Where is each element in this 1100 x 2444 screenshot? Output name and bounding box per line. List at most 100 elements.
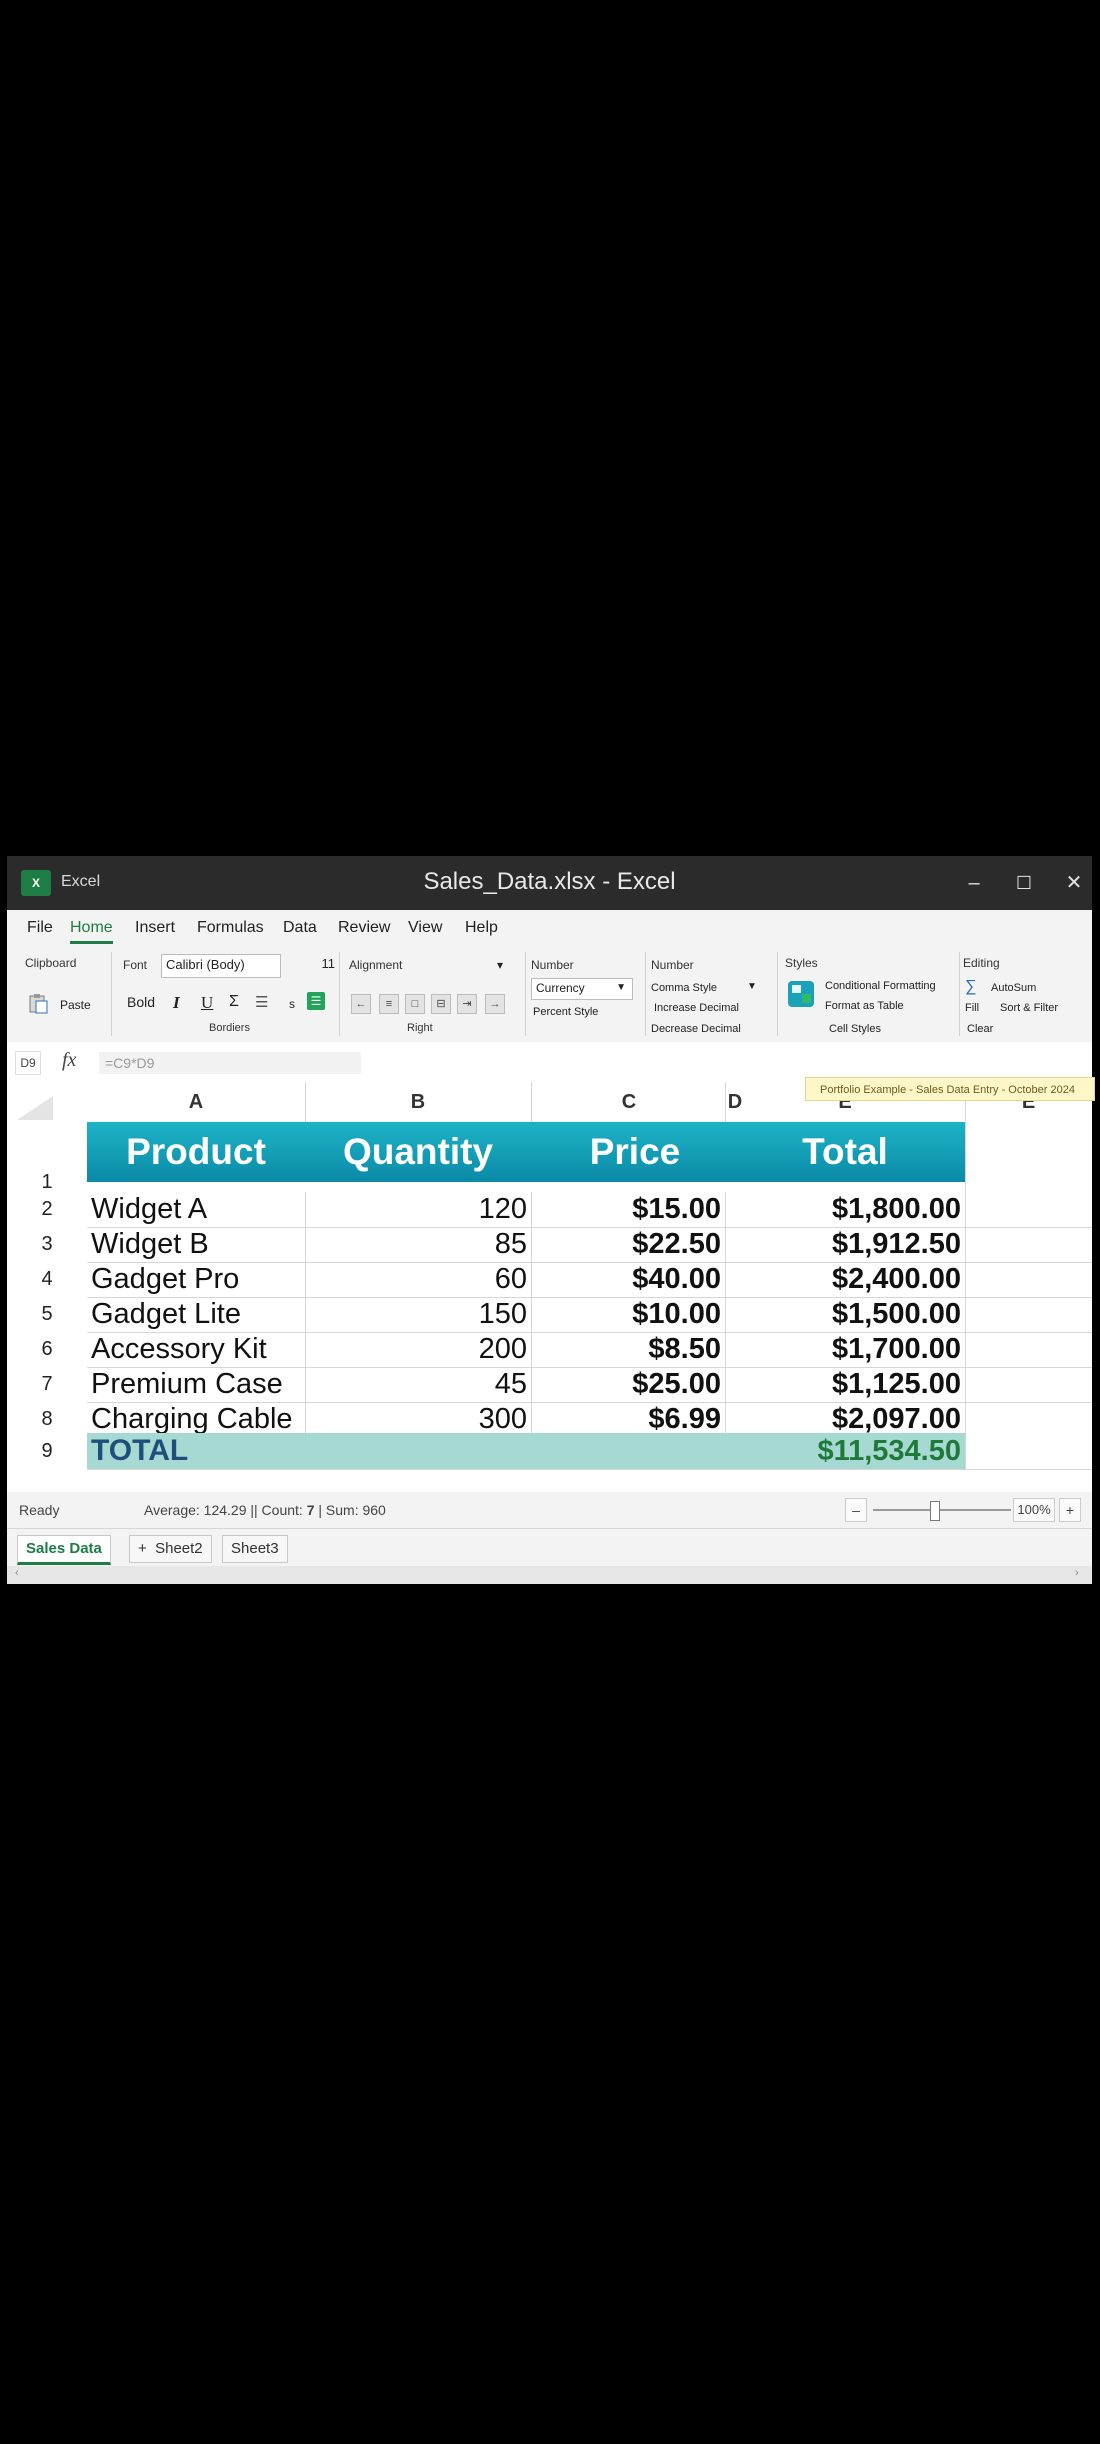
percent-style-button[interactable]: Percent Style (533, 1006, 598, 1018)
header-cell-quantity[interactable]: Quantity (305, 1122, 531, 1182)
menu-file[interactable]: File (27, 919, 53, 937)
row-header[interactable]: 5 (7, 1297, 87, 1332)
paste-button[interactable]: Paste (60, 998, 91, 1012)
cell-styles-button[interactable]: Cell Styles (829, 1023, 881, 1035)
sort-filter-button[interactable]: Sort & Filter (1000, 1002, 1058, 1014)
indent-icon[interactable]: → (485, 994, 505, 1014)
cell-price[interactable]: $25.00 (531, 1367, 725, 1402)
row-header[interactable]: 4 (7, 1262, 87, 1297)
paste-icon[interactable] (27, 992, 49, 1014)
menu-formulas[interactable]: Formulas (197, 919, 264, 937)
clear-button[interactable]: Clear (967, 1023, 993, 1035)
align-center-icon[interactable]: ≡ (379, 994, 399, 1014)
menu-insert[interactable]: Insert (135, 919, 175, 937)
menu-review[interactable]: Review (338, 919, 390, 937)
header-cell-total[interactable]: Total (725, 1122, 965, 1182)
align-left-icon[interactable]: ← (351, 994, 371, 1014)
zoom-level[interactable]: 100% (1013, 1498, 1055, 1522)
cell-total[interactable]: $1,800.00 (725, 1192, 965, 1227)
zoom-in-button[interactable]: + (1059, 1498, 1081, 1522)
cell-quantity[interactable]: 300 (305, 1402, 531, 1437)
menu-view[interactable]: View (408, 919, 442, 937)
format-as-table-button[interactable]: Format as Table (825, 1000, 904, 1012)
cell-total[interactable]: $1,125.00 (725, 1367, 965, 1402)
cell-product[interactable]: Gadget Lite (91, 1297, 305, 1332)
scroll-left-icon[interactable]: ‹ (15, 1567, 19, 1579)
merge-icon[interactable]: ⊟ (431, 994, 451, 1014)
total-label[interactable]: TOTAL (91, 1433, 305, 1469)
list-icon[interactable]: ☰ (255, 993, 268, 1011)
align-box-icon[interactable]: □ (405, 994, 425, 1014)
zoom-out-button[interactable]: – (845, 1498, 867, 1522)
header-cell-product[interactable]: Product (87, 1122, 305, 1182)
total-value[interactable]: $11,534.50 (725, 1433, 965, 1469)
cell-total[interactable]: $1,500.00 (725, 1297, 965, 1332)
cell-price[interactable]: $8.50 (531, 1332, 725, 1367)
increase-decimal-button[interactable]: Increase Decimal (654, 1002, 739, 1014)
bold-button[interactable]: Bold (127, 994, 155, 1010)
row-header[interactable]: 6 (7, 1332, 87, 1367)
scroll-right-icon[interactable]: › (1075, 1567, 1079, 1579)
font-size-select[interactable]: 11 (305, 954, 339, 978)
number-format-select[interactable]: Currency ▼ (531, 978, 633, 1000)
formula-input[interactable]: =C9*D9 (99, 1052, 361, 1074)
row-header[interactable]: 2 (7, 1192, 87, 1227)
comma-style-button[interactable]: Comma Style (651, 982, 717, 994)
cell-product[interactable]: Widget A (91, 1192, 305, 1227)
name-box[interactable]: D9 (15, 1051, 41, 1075)
cell-total[interactable]: $1,912.50 (725, 1227, 965, 1262)
select-all-corner[interactable] (17, 1096, 53, 1120)
autosum-icon[interactable]: ∑ (965, 978, 976, 996)
italic-button[interactable]: I (173, 993, 180, 1013)
autosum-button[interactable]: AutoSum (991, 982, 1036, 994)
cell-total[interactable]: $1,700.00 (725, 1332, 965, 1367)
tab-sheet3[interactable]: Sheet3 (222, 1535, 288, 1563)
cell-price[interactable]: $15.00 (531, 1192, 725, 1227)
strikethrough-button[interactable]: s (289, 997, 295, 1011)
fx-icon[interactable]: fx (62, 1049, 76, 1072)
cell-total[interactable]: $2,097.00 (725, 1402, 965, 1437)
conditional-formatting-button[interactable]: Conditional Formatting (825, 980, 936, 992)
row-header[interactable]: 7 (7, 1367, 87, 1402)
tab-sales-data[interactable]: Sales Data (17, 1535, 111, 1565)
font-name-select[interactable]: Calibri (Body) (161, 954, 281, 978)
tab-sheet2[interactable]: + Sheet2 (129, 1535, 212, 1563)
decrease-decimal-button[interactable]: Decrease Decimal (651, 1023, 741, 1035)
cell-product[interactable]: Premium Case (91, 1367, 305, 1402)
cell-quantity[interactable]: 85 (305, 1227, 531, 1262)
conditional-formatting-icon[interactable] (787, 980, 815, 1008)
horizontal-scrollbar[interactable]: ‹ › (7, 1566, 1092, 1584)
column-header-b[interactable]: B (305, 1082, 531, 1122)
cell-product[interactable]: Gadget Pro (91, 1262, 305, 1297)
wrap-icon[interactable]: ⇥ (457, 994, 477, 1014)
cell-price[interactable]: $40.00 (531, 1262, 725, 1297)
column-header-c[interactable]: C (531, 1082, 727, 1122)
cell-product[interactable]: Accessory Kit (91, 1332, 305, 1367)
cell-quantity[interactable]: 45 (305, 1367, 531, 1402)
cell-quantity[interactable]: 150 (305, 1297, 531, 1332)
header-cell-price[interactable]: Price (531, 1122, 725, 1182)
minimize-button[interactable]: – (959, 868, 989, 898)
zoom-slider-track[interactable] (873, 1509, 1011, 1511)
cell-product[interactable]: Charging Cable (91, 1402, 305, 1437)
cell-quantity[interactable]: 60 (305, 1262, 531, 1297)
menu-data[interactable]: Data (283, 919, 317, 937)
fill-button[interactable]: Fill (965, 1002, 979, 1014)
row-header[interactable]: 3 (7, 1227, 87, 1262)
sigma-button[interactable]: Σ (229, 993, 239, 1011)
cell-total[interactable]: $2,400.00 (725, 1262, 965, 1297)
cell-product[interactable]: Widget B (91, 1227, 305, 1262)
fill-color-icon[interactable]: ☰ (307, 992, 325, 1010)
cell-price[interactable]: $22.50 (531, 1227, 725, 1262)
row-header-total[interactable]: 9 (7, 1433, 87, 1469)
menu-help[interactable]: Help (465, 919, 498, 937)
row-header[interactable]: 8 (7, 1402, 87, 1437)
cell-quantity[interactable]: 200 (305, 1332, 531, 1367)
column-header-a[interactable]: A (87, 1082, 305, 1122)
cell-price[interactable]: $6.99 (531, 1402, 725, 1437)
comma-dropdown-icon[interactable]: ▼ (747, 981, 757, 992)
alignment-dropdown-icon[interactable]: ▾ (497, 958, 503, 972)
maximize-button[interactable]: ☐ (1009, 868, 1039, 898)
close-button[interactable]: ✕ (1059, 868, 1089, 898)
cell-price[interactable]: $10.00 (531, 1297, 725, 1332)
